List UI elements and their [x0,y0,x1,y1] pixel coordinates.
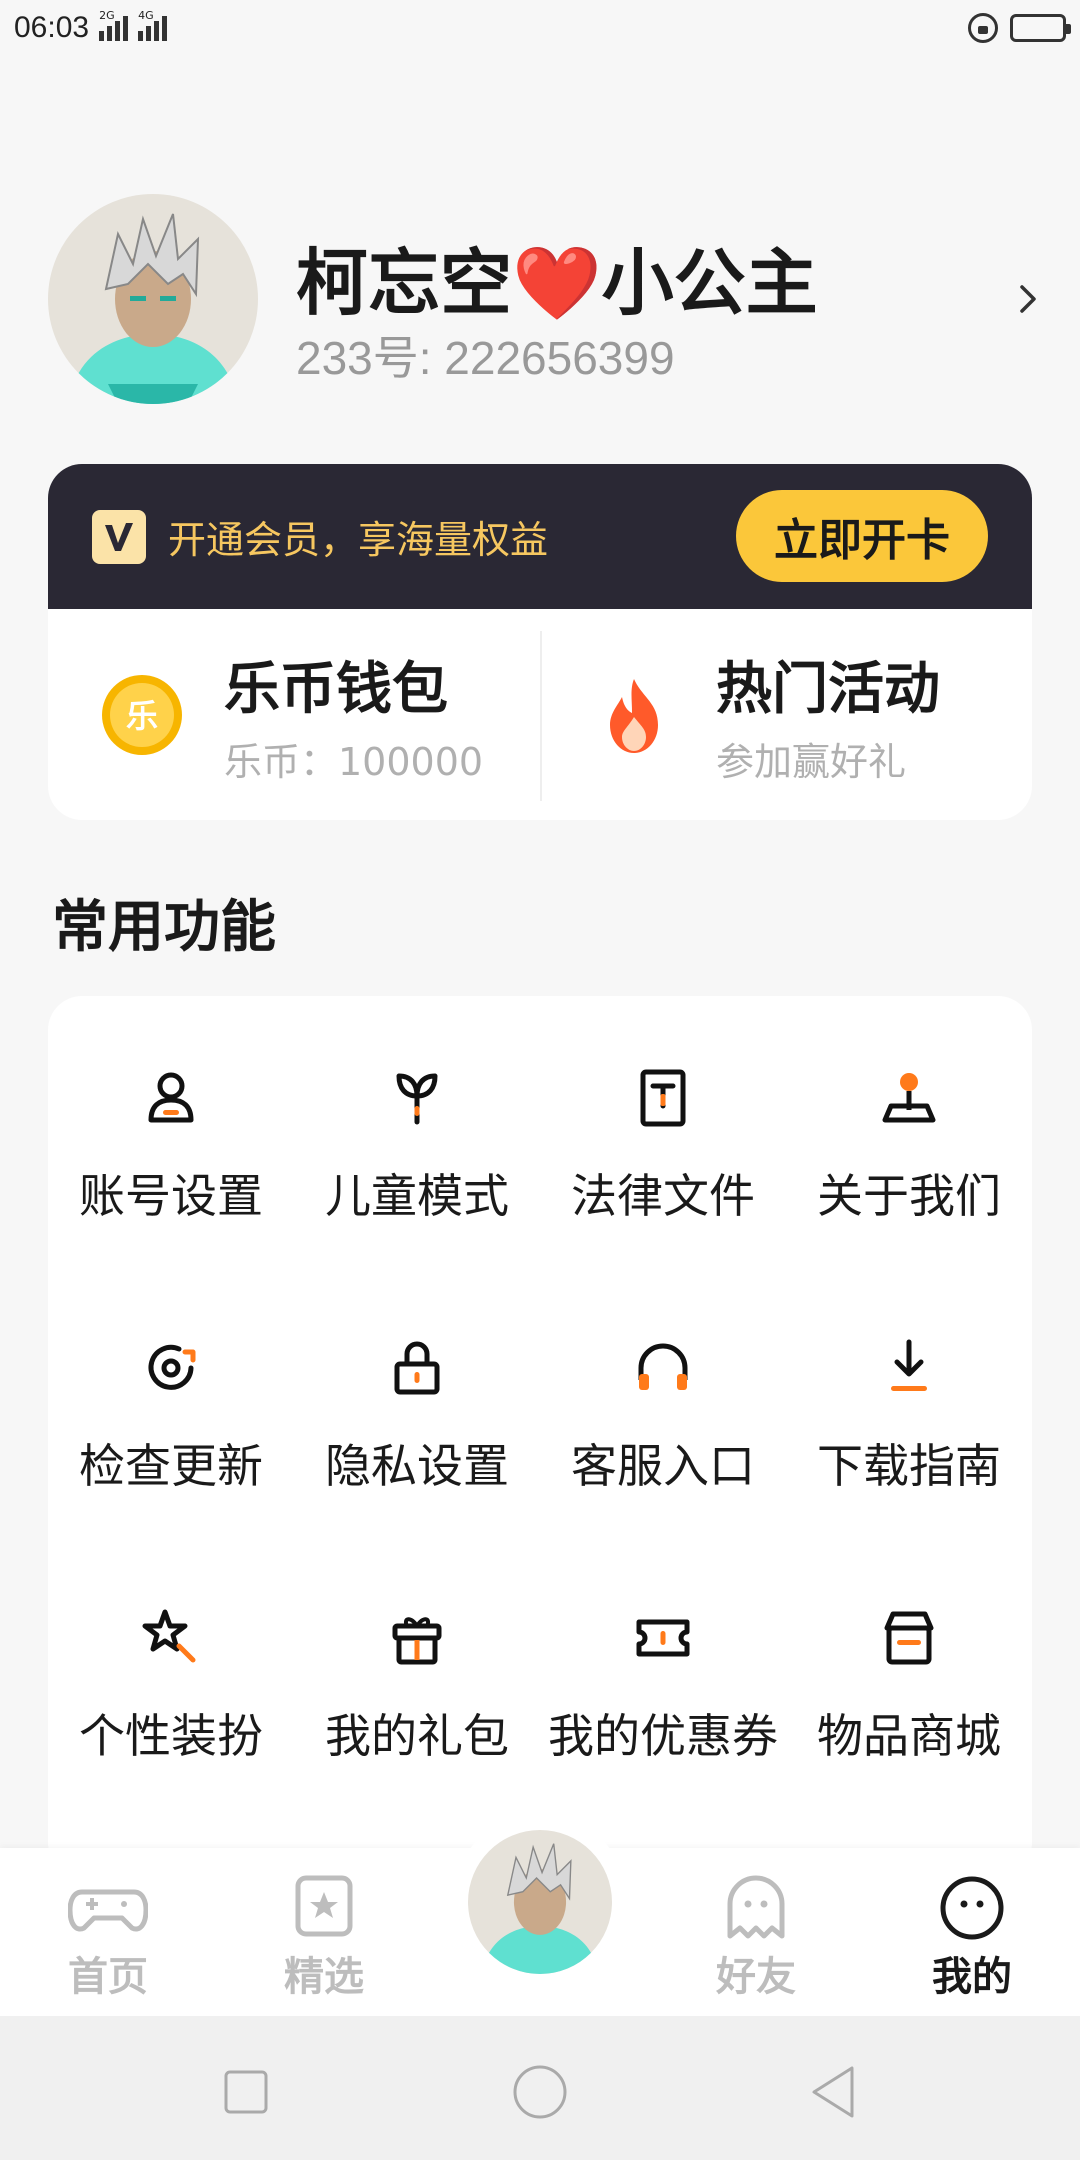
tab-featured[interactable]: 精选 [264,1874,384,2002]
vip-v-icon [92,509,146,564]
star-wand-icon [142,1609,196,1663]
home-icon[interactable] [510,2062,570,2122]
document-icon [640,1069,686,1127]
functions-card: 账号设置 儿童模式 法律文件 关于我们 检查更新 隐私设置 客服入口 下载指南 … [48,996,1032,1876]
center-avatar-button[interactable] [468,1830,612,1974]
account-settings-item[interactable]: 账号设置 [48,1066,294,1336]
activity-sub: 参加赢好礼 [716,739,907,784]
system-nav-bar [0,2016,1080,2160]
status-bar: 06:03 2G 4G [0,0,1080,56]
customer-service-item[interactable]: 客服入口 [540,1336,786,1606]
vip-banner[interactable]: 开通会员，享海量权益 立即开卡 [48,464,1032,609]
lock-icon [394,1341,440,1395]
wallet-balance: 乐币：100000 [224,739,484,784]
wallet-title: 乐币钱包 [224,656,448,722]
back-icon[interactable] [804,2062,864,2122]
svg-text:乐: 乐 [126,697,158,735]
bottom-tab-bar: 首页 精选 好友 我的 [0,1814,1080,2016]
recents-icon[interactable] [216,2062,276,2122]
username: 柯忘空❤️小公主 [296,241,818,325]
joystick-icon [882,1073,936,1123]
download-guide-item[interactable]: 下载指南 [786,1336,1032,1606]
open-vip-button[interactable]: 立即开卡 [736,490,988,582]
chevron-right-icon[interactable] [1008,279,1048,319]
tab-home[interactable]: 首页 [48,1874,168,2002]
battery-icon [1010,14,1071,42]
legal-docs-item[interactable]: 法律文件 [540,1066,786,1336]
kids-mode-item[interactable]: 儿童模式 [294,1066,540,1336]
refresh-icon [148,1344,196,1390]
headphones-icon [638,1343,688,1390]
member-card: 开通会员，享海量权益 立即开卡 乐 乐币钱包 乐币：100000 热门活动 参加… [48,464,1032,820]
download-icon [891,1339,927,1391]
activity-entry[interactable]: 热门活动 参加赢好礼 [540,609,1032,820]
avatar[interactable] [48,194,258,404]
tab-mine[interactable]: 我的 [912,1874,1032,2008]
user-id: 233号: 222656399 [296,332,675,384]
sprout-icon [396,1073,438,1125]
signal-icon: 2G [99,9,129,41]
tab-friends[interactable]: 好友 [696,1874,816,2002]
vip-promo-text: 开通会员，享海量权益 [168,518,549,562]
privacy-settings-item[interactable]: 隐私设置 [294,1336,540,1606]
user-icon [148,1072,194,1123]
star-card-icon [295,1875,353,1937]
lock-rotation-icon [968,13,998,43]
section-title: 常用功能 [52,895,276,960]
ticket-icon [636,1619,690,1657]
about-us-item[interactable]: 关于我们 [786,1066,1032,1336]
fire-icon [610,678,658,753]
customize-item[interactable]: 个性装扮 [48,1606,294,1876]
shop-icon [884,1611,934,1665]
signal-icon: 4G [138,9,168,41]
gift-icon [392,1617,442,1665]
clock: 06:03 [14,11,90,44]
profile-header[interactable]: 柯忘空❤️小公主 233号: 222656399 [48,194,1048,404]
ghost-icon [727,1875,785,1939]
activity-title: 热门活动 [716,656,940,722]
gamepad-icon [68,1889,148,1932]
shop-item[interactable]: 物品商城 [786,1606,1032,1876]
coin-icon: 乐 [102,674,182,755]
check-update-item[interactable]: 检查更新 [48,1336,294,1606]
wallet-entry[interactable]: 乐 乐币钱包 乐币：100000 [48,609,540,820]
face-icon [940,1876,1004,1940]
